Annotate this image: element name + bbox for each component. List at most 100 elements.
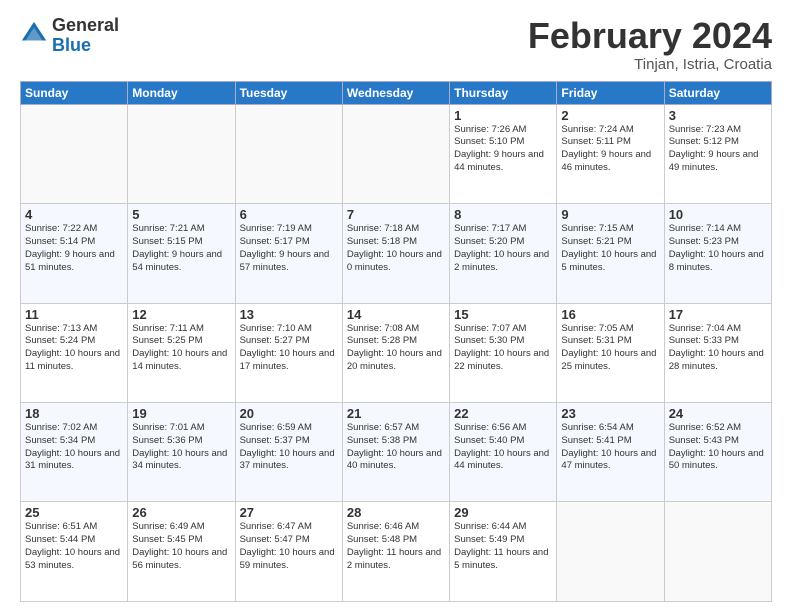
- day-number: 23: [561, 406, 659, 421]
- calendar-cell: 6Sunrise: 7:19 AMSunset: 5:17 PMDaylight…: [235, 204, 342, 303]
- day-number: 19: [132, 406, 230, 421]
- calendar-cell: [557, 502, 664, 602]
- day-info: Sunrise: 7:22 AMSunset: 5:14 PMDaylight:…: [25, 223, 123, 274]
- day-info: Sunrise: 6:49 AMSunset: 5:45 PMDaylight:…: [132, 521, 230, 572]
- day-info: Sunrise: 7:04 AMSunset: 5:33 PMDaylight:…: [669, 323, 767, 374]
- day-number: 1: [454, 108, 552, 123]
- header-sunday: Sunday: [21, 81, 128, 104]
- day-number: 29: [454, 505, 552, 520]
- day-number: 16: [561, 307, 659, 322]
- weekday-header-row: Sunday Monday Tuesday Wednesday Thursday…: [21, 81, 772, 104]
- day-number: 5: [132, 207, 230, 222]
- calendar-cell: 14Sunrise: 7:08 AMSunset: 5:28 PMDayligh…: [342, 303, 449, 402]
- day-number: 13: [240, 307, 338, 322]
- day-info: Sunrise: 7:17 AMSunset: 5:20 PMDaylight:…: [454, 223, 552, 274]
- calendar-cell: 9Sunrise: 7:15 AMSunset: 5:21 PMDaylight…: [557, 204, 664, 303]
- header-tuesday: Tuesday: [235, 81, 342, 104]
- day-number: 18: [25, 406, 123, 421]
- day-number: 28: [347, 505, 445, 520]
- day-info: Sunrise: 7:05 AMSunset: 5:31 PMDaylight:…: [561, 323, 659, 374]
- calendar-cell: 1Sunrise: 7:26 AMSunset: 5:10 PMDaylight…: [450, 104, 557, 203]
- day-number: 3: [669, 108, 767, 123]
- calendar-week-4: 18Sunrise: 7:02 AMSunset: 5:34 PMDayligh…: [21, 403, 772, 502]
- calendar-cell: 2Sunrise: 7:24 AMSunset: 5:11 PMDaylight…: [557, 104, 664, 203]
- day-number: 8: [454, 207, 552, 222]
- day-info: Sunrise: 7:26 AMSunset: 5:10 PMDaylight:…: [454, 124, 552, 175]
- calendar-cell: 29Sunrise: 6:44 AMSunset: 5:49 PMDayligh…: [450, 502, 557, 602]
- day-info: Sunrise: 6:57 AMSunset: 5:38 PMDaylight:…: [347, 422, 445, 473]
- header-friday: Friday: [557, 81, 664, 104]
- logo: General Blue: [20, 16, 119, 56]
- day-number: 25: [25, 505, 123, 520]
- calendar-cell: [342, 104, 449, 203]
- day-info: Sunrise: 7:21 AMSunset: 5:15 PMDaylight:…: [132, 223, 230, 274]
- day-info: Sunrise: 6:56 AMSunset: 5:40 PMDaylight:…: [454, 422, 552, 473]
- title-block: February 2024 Tinjan, Istria, Croatia: [528, 16, 772, 73]
- day-info: Sunrise: 6:54 AMSunset: 5:41 PMDaylight:…: [561, 422, 659, 473]
- day-number: 2: [561, 108, 659, 123]
- day-info: Sunrise: 7:23 AMSunset: 5:12 PMDaylight:…: [669, 124, 767, 175]
- calendar-cell: 18Sunrise: 7:02 AMSunset: 5:34 PMDayligh…: [21, 403, 128, 502]
- day-number: 21: [347, 406, 445, 421]
- page-header: General Blue February 2024 Tinjan, Istri…: [20, 16, 772, 73]
- day-info: Sunrise: 7:13 AMSunset: 5:24 PMDaylight:…: [25, 323, 123, 374]
- day-info: Sunrise: 6:51 AMSunset: 5:44 PMDaylight:…: [25, 521, 123, 572]
- day-info: Sunrise: 7:07 AMSunset: 5:30 PMDaylight:…: [454, 323, 552, 374]
- day-info: Sunrise: 6:44 AMSunset: 5:49 PMDaylight:…: [454, 521, 552, 572]
- header-thursday: Thursday: [450, 81, 557, 104]
- calendar-cell: 7Sunrise: 7:18 AMSunset: 5:18 PMDaylight…: [342, 204, 449, 303]
- calendar-cell: 26Sunrise: 6:49 AMSunset: 5:45 PMDayligh…: [128, 502, 235, 602]
- calendar-cell: [664, 502, 771, 602]
- day-number: 24: [669, 406, 767, 421]
- location: Tinjan, Istria, Croatia: [528, 56, 772, 73]
- calendar-cell: 27Sunrise: 6:47 AMSunset: 5:47 PMDayligh…: [235, 502, 342, 602]
- day-number: 6: [240, 207, 338, 222]
- calendar-cell: 17Sunrise: 7:04 AMSunset: 5:33 PMDayligh…: [664, 303, 771, 402]
- calendar-cell: 19Sunrise: 7:01 AMSunset: 5:36 PMDayligh…: [128, 403, 235, 502]
- day-number: 7: [347, 207, 445, 222]
- day-info: Sunrise: 6:52 AMSunset: 5:43 PMDaylight:…: [669, 422, 767, 473]
- day-info: Sunrise: 7:19 AMSunset: 5:17 PMDaylight:…: [240, 223, 338, 274]
- calendar-cell: 11Sunrise: 7:13 AMSunset: 5:24 PMDayligh…: [21, 303, 128, 402]
- day-info: Sunrise: 6:46 AMSunset: 5:48 PMDaylight:…: [347, 521, 445, 572]
- calendar-week-3: 11Sunrise: 7:13 AMSunset: 5:24 PMDayligh…: [21, 303, 772, 402]
- day-number: 15: [454, 307, 552, 322]
- day-number: 4: [25, 207, 123, 222]
- day-info: Sunrise: 7:01 AMSunset: 5:36 PMDaylight:…: [132, 422, 230, 473]
- day-number: 9: [561, 207, 659, 222]
- day-number: 17: [669, 307, 767, 322]
- day-number: 12: [132, 307, 230, 322]
- calendar-cell: 4Sunrise: 7:22 AMSunset: 5:14 PMDaylight…: [21, 204, 128, 303]
- header-monday: Monday: [128, 81, 235, 104]
- day-info: Sunrise: 7:18 AMSunset: 5:18 PMDaylight:…: [347, 223, 445, 274]
- day-info: Sunrise: 6:59 AMSunset: 5:37 PMDaylight:…: [240, 422, 338, 473]
- day-info: Sunrise: 7:11 AMSunset: 5:25 PMDaylight:…: [132, 323, 230, 374]
- calendar-cell: 22Sunrise: 6:56 AMSunset: 5:40 PMDayligh…: [450, 403, 557, 502]
- calendar: Sunday Monday Tuesday Wednesday Thursday…: [20, 81, 772, 602]
- calendar-cell: [128, 104, 235, 203]
- calendar-cell: 21Sunrise: 6:57 AMSunset: 5:38 PMDayligh…: [342, 403, 449, 502]
- calendar-week-5: 25Sunrise: 6:51 AMSunset: 5:44 PMDayligh…: [21, 502, 772, 602]
- day-number: 11: [25, 307, 123, 322]
- calendar-week-1: 1Sunrise: 7:26 AMSunset: 5:10 PMDaylight…: [21, 104, 772, 203]
- calendar-cell: 28Sunrise: 6:46 AMSunset: 5:48 PMDayligh…: [342, 502, 449, 602]
- calendar-cell: 12Sunrise: 7:11 AMSunset: 5:25 PMDayligh…: [128, 303, 235, 402]
- calendar-cell: 24Sunrise: 6:52 AMSunset: 5:43 PMDayligh…: [664, 403, 771, 502]
- day-number: 10: [669, 207, 767, 222]
- calendar-week-2: 4Sunrise: 7:22 AMSunset: 5:14 PMDaylight…: [21, 204, 772, 303]
- calendar-cell: 15Sunrise: 7:07 AMSunset: 5:30 PMDayligh…: [450, 303, 557, 402]
- calendar-cell: 25Sunrise: 6:51 AMSunset: 5:44 PMDayligh…: [21, 502, 128, 602]
- calendar-cell: [21, 104, 128, 203]
- day-number: 20: [240, 406, 338, 421]
- day-number: 14: [347, 307, 445, 322]
- day-info: Sunrise: 7:10 AMSunset: 5:27 PMDaylight:…: [240, 323, 338, 374]
- header-saturday: Saturday: [664, 81, 771, 104]
- day-info: Sunrise: 7:02 AMSunset: 5:34 PMDaylight:…: [25, 422, 123, 473]
- calendar-cell: 20Sunrise: 6:59 AMSunset: 5:37 PMDayligh…: [235, 403, 342, 502]
- day-info: Sunrise: 7:08 AMSunset: 5:28 PMDaylight:…: [347, 323, 445, 374]
- calendar-cell: 13Sunrise: 7:10 AMSunset: 5:27 PMDayligh…: [235, 303, 342, 402]
- day-info: Sunrise: 7:14 AMSunset: 5:23 PMDaylight:…: [669, 223, 767, 274]
- calendar-cell: [235, 104, 342, 203]
- month-title: February 2024: [528, 16, 772, 56]
- day-info: Sunrise: 7:15 AMSunset: 5:21 PMDaylight:…: [561, 223, 659, 274]
